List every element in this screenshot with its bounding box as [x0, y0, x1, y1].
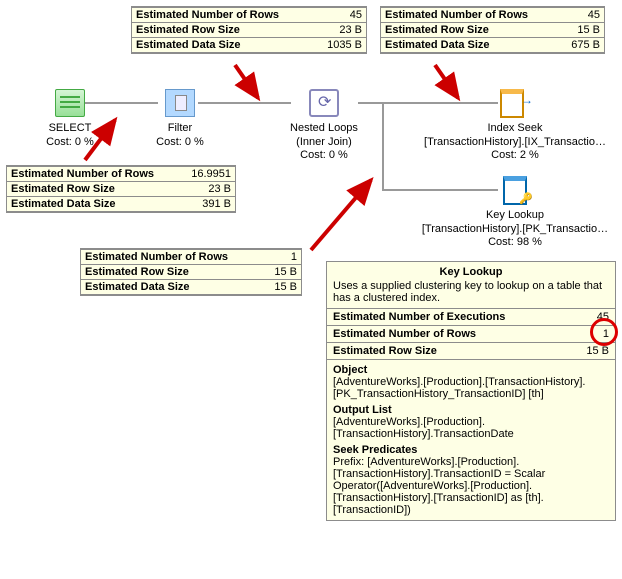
line-filter-loop — [198, 102, 291, 104]
line-branch-lookup — [382, 189, 498, 191]
tooltip-estimates-loop: Estimated Number of Rows45 Estimated Row… — [131, 6, 367, 54]
line-select-filter — [85, 102, 158, 104]
operator-index-seek[interactable]: Index Seek [TransactionHistory].[IX_Tran… — [415, 89, 615, 163]
tooltip-key-lookup-detail: Key Lookup Uses a supplied clustering ke… — [326, 261, 616, 521]
operator-filter[interactable]: Filter Cost: 0 % — [145, 89, 215, 149]
tooltip-estimates-seek: Estimated Number of Rows45 Estimated Row… — [380, 6, 605, 54]
operator-select[interactable]: SELECT Cost: 0 % — [35, 89, 105, 149]
key-lookup-icon — [500, 176, 530, 204]
line-loop-branch-v — [382, 102, 384, 191]
tooltip-estimates-filter: Estimated Number of Rows16.9951 Estimate… — [6, 165, 236, 213]
operator-nested-loops[interactable]: Nested Loops (Inner Join) Cost: 0 % — [274, 89, 374, 163]
operator-key-lookup[interactable]: Key Lookup [TransactionHistory].[PK_Tran… — [415, 176, 615, 250]
highlight-circle-icon — [590, 318, 618, 346]
filter-icon — [165, 89, 195, 117]
arrow-icon — [306, 170, 386, 263]
line-loop-seek — [358, 102, 498, 104]
index-seek-icon — [500, 89, 530, 117]
tooltip-estimates-lookup: Estimated Number of Rows1 Estimated Row … — [80, 248, 302, 296]
arrow-icon — [230, 60, 270, 113]
nested-loops-icon — [309, 89, 339, 117]
select-icon — [55, 89, 85, 117]
